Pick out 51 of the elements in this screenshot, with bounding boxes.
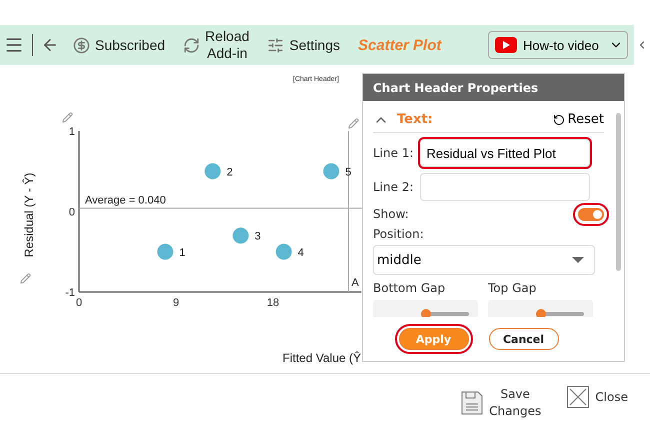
dollar-icon xyxy=(73,36,90,54)
text-field[interactable]: Residual vs Fitted Plot xyxy=(420,139,590,167)
settings-button[interactable]: Settings xyxy=(261,36,346,54)
point-label: 5 xyxy=(345,166,352,178)
field-label: Position: xyxy=(373,227,424,241)
field-label: Top Gap xyxy=(488,281,538,295)
point-label: 4 xyxy=(298,246,304,259)
y-tick-label: -1 xyxy=(65,287,75,299)
sliders-icon xyxy=(267,36,284,54)
field-label: Line 2: xyxy=(373,180,414,194)
field-label: Show: xyxy=(373,207,409,221)
x-tick-label: 9 xyxy=(172,297,180,309)
close-icon xyxy=(567,386,590,408)
point-label: 3 xyxy=(254,230,261,243)
video-dropdown[interactable]: How-to video xyxy=(488,31,628,59)
reload-button[interactable]: Reload Add-in xyxy=(177,28,256,62)
position-select[interactable]: middle xyxy=(373,245,595,275)
field-label: Line 1: xyxy=(373,146,414,160)
y-tick-label: 1 xyxy=(68,126,75,138)
gap-control[interactable] xyxy=(488,300,593,317)
panel-title: Chart Header Properties xyxy=(363,74,624,101)
point-label: 1 xyxy=(179,246,186,259)
scrollbar[interactable] xyxy=(616,113,621,271)
reset-icon xyxy=(552,114,565,126)
cancel-button[interactable]: Cancel xyxy=(488,328,558,350)
page-title: Scatter Plot xyxy=(358,36,442,54)
save-button[interactable]: Save Changes xyxy=(461,386,542,420)
slider-thumb[interactable] xyxy=(536,309,546,317)
gap-control[interactable] xyxy=(373,300,478,317)
play-icon xyxy=(495,37,517,53)
x-tick-label: 0 xyxy=(76,297,82,309)
dropdown-icon xyxy=(572,257,584,263)
section-label: Text: xyxy=(397,112,433,127)
subscribed-button[interactable]: Subscribed xyxy=(67,36,172,54)
pencil-icon[interactable] xyxy=(62,112,73,123)
slider-thumb[interactable] xyxy=(421,309,431,317)
refresh-icon xyxy=(183,36,200,54)
text-field[interactable] xyxy=(420,173,590,201)
show-toggle[interactable] xyxy=(578,208,604,220)
field-label: Bottom Gap xyxy=(373,281,446,295)
y-axis-title: Residual (Y - Ŷ) xyxy=(22,172,36,258)
average-label: Average = 0.040 xyxy=(85,194,166,206)
x-axis-title: Fitted Value (Ŷ xyxy=(282,351,361,365)
close-button[interactable]: Close xyxy=(567,386,628,408)
y-tick-label: 0 xyxy=(68,206,75,218)
pencil-icon[interactable] xyxy=(20,273,31,284)
point-label: 2 xyxy=(226,166,233,178)
reset-button[interactable]: Reset xyxy=(552,112,604,127)
average-label: A xyxy=(351,277,359,289)
x-tick-label: 18 xyxy=(266,297,280,309)
pencil-icon[interactable] xyxy=(348,118,359,129)
